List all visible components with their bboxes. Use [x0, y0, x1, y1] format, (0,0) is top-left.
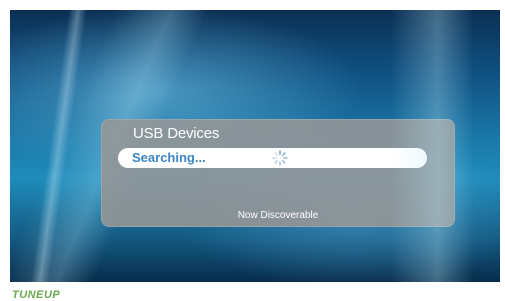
- background-light-streak: [30, 10, 88, 282]
- searching-label: Searching...: [132, 150, 206, 165]
- discoverable-status: Now Discoverable: [237, 210, 319, 221]
- tv-screen: USB Devices Searching... Now Discoverabl…: [10, 10, 500, 282]
- loading-spinner-icon: [272, 150, 288, 166]
- dialog-title: USB Devices: [133, 125, 220, 142]
- usb-devices-dialog: USB Devices Searching... Now Discoverabl…: [101, 119, 455, 227]
- brand-logo: TUNEUP: [12, 289, 61, 301]
- searching-row[interactable]: Searching...: [118, 148, 427, 168]
